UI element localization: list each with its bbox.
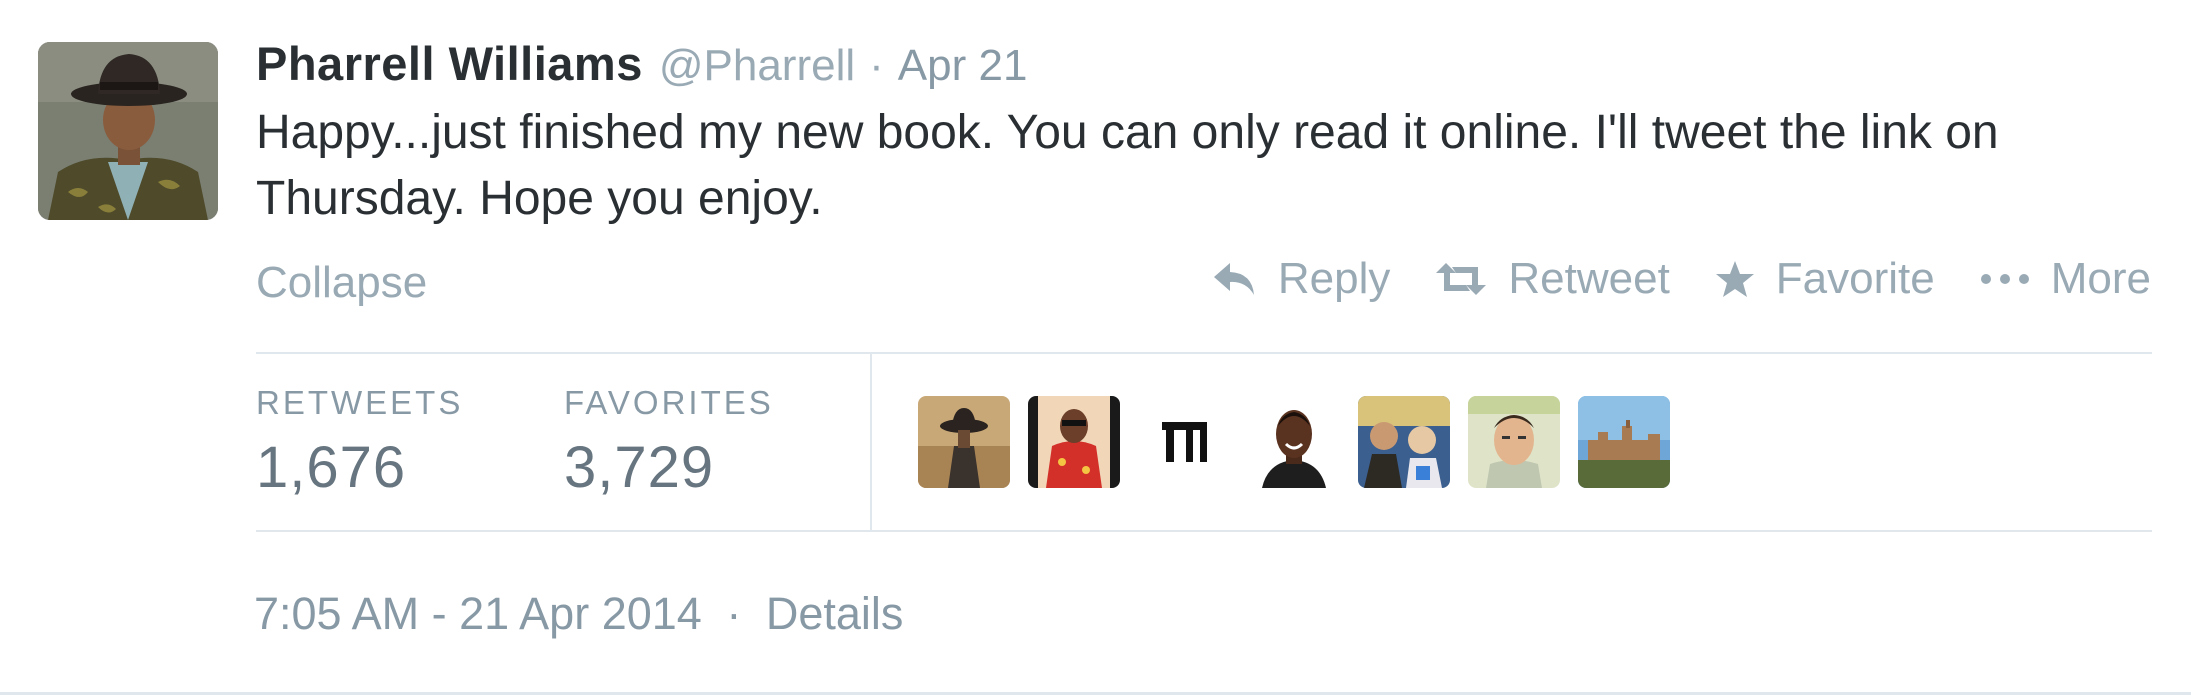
favorites-count: 3,729	[564, 435, 715, 500]
collapse-link[interactable]: Collapse	[256, 258, 427, 308]
retweet-button[interactable]: Retweet	[1434, 254, 1670, 304]
favoriter-avatar[interactable]	[1028, 396, 1120, 488]
expanded-tweet: Pharrell Williams @Pharrell · Apr 21 Hap…	[0, 0, 2191, 700]
tweet-stats: RETWEETS 1,676 FAVORITES 3,729	[256, 352, 2152, 532]
reply-label: Reply	[1277, 254, 1391, 303]
reply-button[interactable]: Reply	[1210, 254, 1391, 304]
more-label: More	[2050, 254, 2151, 303]
favoriter-avatar[interactable]	[1138, 396, 1230, 488]
more-dots-icon	[1979, 269, 2031, 289]
timestamp-text: 7:05 AM - 21 Apr 2014	[254, 588, 702, 639]
star-icon	[1714, 259, 1756, 299]
tweet-actions: Reply Retweet Favorite More	[1166, 254, 2151, 304]
favorite-label: Favorite	[1775, 254, 1935, 303]
favoriter-avatar[interactable]	[1578, 396, 1670, 488]
details-link[interactable]: Details	[766, 588, 904, 639]
favoriter-avatars	[918, 396, 1688, 488]
retweet-icon	[1434, 259, 1488, 299]
timestamp-separator: ·	[726, 588, 742, 639]
author-photo	[38, 42, 218, 220]
author-username[interactable]: @Pharrell	[659, 41, 855, 91]
tweet-date-link[interactable]: Apr 21	[898, 41, 1028, 91]
stats-divider	[870, 354, 872, 530]
author-avatar[interactable]	[38, 42, 218, 220]
reply-icon	[1210, 259, 1258, 299]
tweet-timestamp: 7:05 AM - 21 Apr 2014 · Details	[254, 588, 903, 640]
favoriter-avatar[interactable]	[1248, 396, 1340, 488]
retweets-count: 1,676	[256, 435, 407, 500]
favoriter-avatar[interactable]	[918, 396, 1010, 488]
header-separator: ·	[869, 41, 884, 90]
retweets-stat[interactable]: RETWEETS 1,676	[256, 384, 463, 501]
favorites-label: FAVORITES	[564, 384, 774, 421]
retweet-label: Retweet	[1508, 254, 1670, 303]
tweet-text: Happy...just finished my new book. You c…	[256, 106, 1999, 225]
author-fullname[interactable]: Pharrell Williams	[256, 36, 643, 91]
tweet-header: Pharrell Williams @Pharrell · Apr 21	[256, 36, 1027, 94]
more-button[interactable]: More	[1979, 254, 2151, 304]
favorite-button[interactable]: Favorite	[1714, 254, 1935, 304]
retweets-label: RETWEETS	[256, 384, 464, 421]
favoriter-avatar[interactable]	[1358, 396, 1450, 488]
favorites-stat[interactable]: FAVORITES 3,729	[564, 384, 774, 501]
tweet-bottom-divider	[0, 692, 2191, 695]
favoriter-avatar[interactable]	[1468, 396, 1560, 488]
